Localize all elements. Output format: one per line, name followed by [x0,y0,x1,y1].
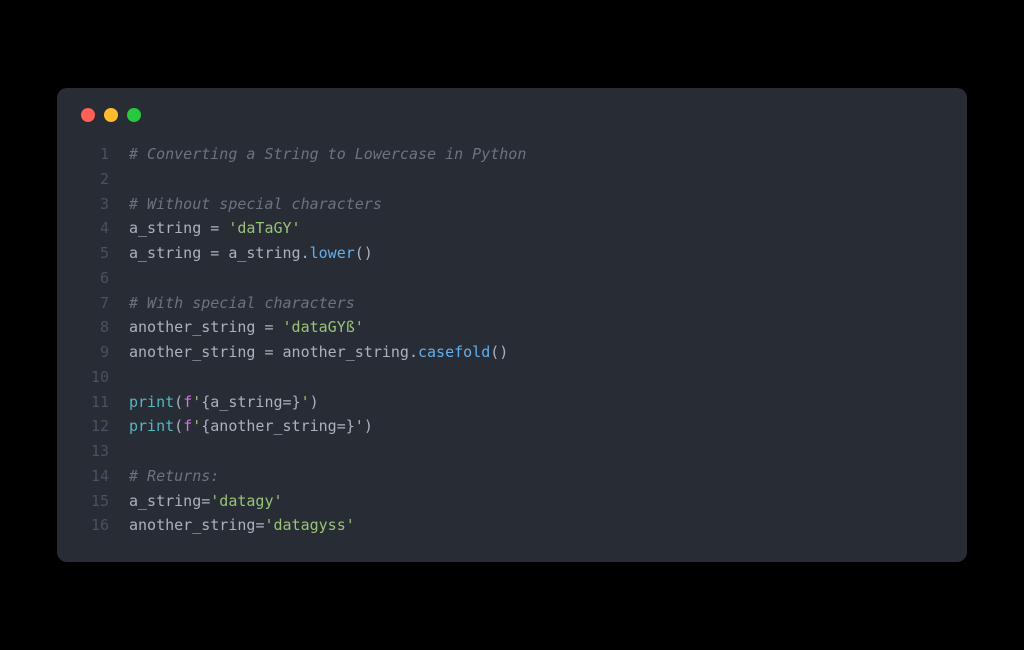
code-content: a_string = a_string.lower() [129,241,943,266]
minimize-icon[interactable] [104,108,118,122]
code-content: # Converting a String to Lowercase in Py… [129,142,943,167]
token-plain: a_string. [219,244,309,262]
token-comment: # Converting a String to Lowercase in Py… [129,145,526,163]
token-plain: ) [364,417,373,435]
token-op: = [210,244,219,262]
line-number: 12 [81,414,109,439]
code-content [129,167,943,192]
token-plain: a_string [129,492,201,510]
code-content: another_string = 'dataGYß' [129,315,943,340]
token-plain: ) [310,393,319,411]
code-editor: 1 # Converting a String to Lowercase in P… [81,142,943,538]
token-plain [274,318,283,336]
token-string: 'dataGYß' [283,318,364,336]
code-content: # Returns: [129,464,943,489]
token-plain: another_string. [274,343,419,361]
token-plain: ( [174,393,183,411]
code-line: 4 a_string = 'daTaGY' [81,216,943,241]
line-number: 8 [81,315,109,340]
code-content [129,365,943,390]
code-line: 9 another_string = another_string.casefol… [81,340,943,365]
token-plain: a_string [129,219,210,237]
line-number: 10 [81,365,109,390]
token-op: = [210,219,219,237]
token-plain: () [355,244,373,262]
code-window: 1 # Converting a String to Lowercase in P… [57,88,967,562]
code-line: 12print(f'{another_string=}') [81,414,943,439]
code-content: a_string='datagy' [129,489,943,514]
close-icon[interactable] [81,108,95,122]
token-plain: a_string [129,244,210,262]
token-plain: another_string [129,318,264,336]
code-content: print(f'{another_string=}') [129,414,943,439]
token-plain: another_string [129,516,255,534]
token-plain: () [490,343,508,361]
code-content: # With special characters [129,291,943,316]
token-plain: } [292,393,301,411]
token-plain [219,219,228,237]
token-op: = [264,318,273,336]
token-kw: f [183,417,192,435]
code-line: 8 another_string = 'dataGYß' [81,315,943,340]
line-number: 7 [81,291,109,316]
code-line: 11print(f'{a_string=}') [81,390,943,415]
code-line: 7 # With special characters [81,291,943,316]
token-builtin: print [129,417,174,435]
line-number: 15 [81,489,109,514]
line-number: 1 [81,142,109,167]
code-line: 14 # Returns: [81,464,943,489]
token-string: 'daTaGY' [228,219,300,237]
token-comment: # Returns: [129,467,219,485]
line-number: 2 [81,167,109,192]
code-line: 15 a_string='datagy' [81,489,943,514]
line-number: 3 [81,192,109,217]
code-line: 2 [81,167,943,192]
code-content: a_string = 'daTaGY' [129,216,943,241]
code-content: # Without special characters [129,192,943,217]
line-number: 14 [81,464,109,489]
code-line: 6 [81,266,943,291]
token-op: = [264,343,273,361]
token-comment: # Without special characters [129,195,382,213]
token-plain: ( [174,417,183,435]
code-content: print(f'{a_string=}') [129,390,943,415]
token-string: 'datagyss' [264,516,354,534]
token-comment: # With special characters [129,294,355,312]
token-plain: {another_string [201,417,336,435]
code-line: 5 a_string = a_string.lower() [81,241,943,266]
token-op: = [201,492,210,510]
token-kw: f [183,393,192,411]
code-content [129,439,943,464]
code-line: 3 # Without special characters [81,192,943,217]
token-call: lower [310,244,355,262]
line-number: 5 [81,241,109,266]
token-plain: another_string [129,343,264,361]
token-op: = [337,417,346,435]
line-number: 6 [81,266,109,291]
token-string: ' [301,393,310,411]
token-string: ' [355,417,364,435]
window-controls [81,108,943,122]
token-op: = [283,393,292,411]
code-line: 1 # Converting a String to Lowercase in P… [81,142,943,167]
code-content [129,266,943,291]
token-string: ' [192,417,201,435]
line-number: 9 [81,340,109,365]
maximize-icon[interactable] [127,108,141,122]
code-content: another_string = another_string.casefold… [129,340,943,365]
line-number: 16 [81,513,109,538]
code-line: 10 [81,365,943,390]
token-plain: {a_string [201,393,282,411]
token-string: 'datagy' [210,492,282,510]
line-number: 11 [81,390,109,415]
code-line: 13 [81,439,943,464]
token-string: ' [192,393,201,411]
token-builtin: print [129,393,174,411]
code-line: 16 another_string='datagyss' [81,513,943,538]
token-plain: } [346,417,355,435]
line-number: 13 [81,439,109,464]
token-call: casefold [418,343,490,361]
line-number: 4 [81,216,109,241]
code-content: another_string='datagyss' [129,513,943,538]
